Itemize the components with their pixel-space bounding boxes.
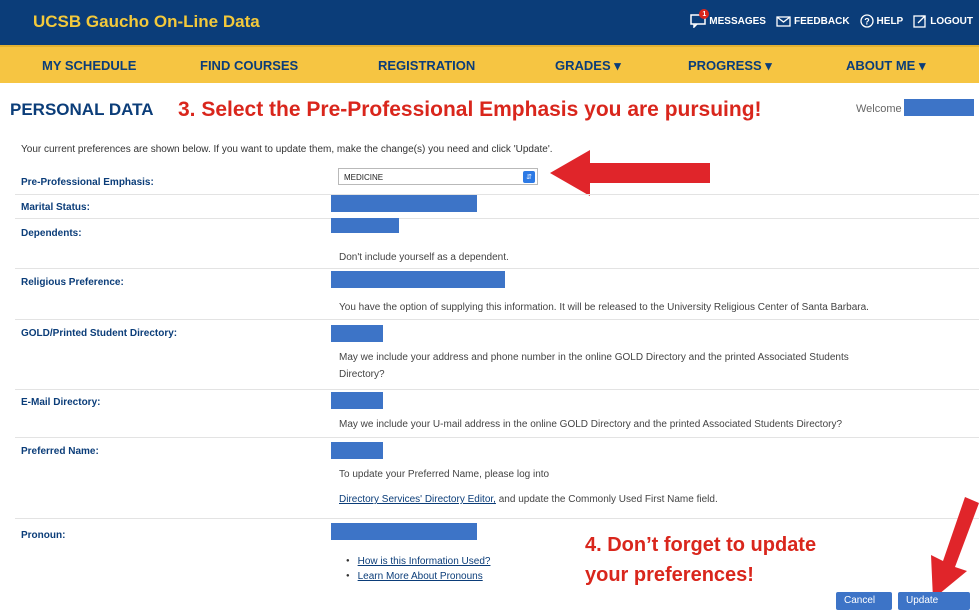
preferred-name-value-redacted[interactable] [331, 442, 383, 459]
messages-link[interactable]: 1 MESSAGES [690, 9, 766, 28]
help-link[interactable]: ? HELP [859, 14, 904, 28]
logout-link[interactable]: LOGOUT [913, 14, 973, 28]
marital-label: Marital Status: [21, 202, 90, 213]
red-arrow-left-icon [550, 150, 710, 196]
email-directory-label: E-Mail Directory: [21, 397, 101, 408]
main-nav: MY SCHEDULE FIND COURSES REGISTRATION GR… [0, 45, 979, 83]
help-label: HELP [876, 15, 904, 27]
intro-text: Your current preferences are shown below… [21, 144, 553, 155]
nav-about-me[interactable]: ABOUT ME ▾ [846, 58, 925, 74]
nav-find-courses[interactable]: FIND COURSES [200, 58, 298, 73]
feedback-label: FEEDBACK [793, 15, 850, 27]
annotation-step-4-line1: 4. Don’t forget to update [585, 534, 817, 556]
nav-progress[interactable]: PROGRESS ▾ [688, 58, 772, 74]
svg-text:?: ? [864, 17, 870, 27]
annotation-step-4-line2: your preferences! [585, 564, 754, 586]
email-directory-value-redacted[interactable] [331, 392, 383, 409]
emphasis-label: Pre-Professional Emphasis: [21, 177, 154, 188]
mail-icon [776, 15, 791, 27]
welcome-label: Welcome [856, 103, 902, 115]
religious-label: Religious Preference: [21, 277, 124, 288]
messages-label: MESSAGES [709, 15, 766, 27]
message-icon: 1 [690, 9, 710, 28]
row-divider [15, 319, 979, 320]
logout-label: LOGOUT [930, 15, 973, 27]
row-divider [15, 437, 979, 438]
list-item: How is this Information Used? [346, 554, 491, 569]
row-divider [15, 389, 979, 390]
annotation-step-4: 4. Don’t forget to update your preferenc… [585, 530, 816, 590]
welcome-name-redacted [904, 99, 974, 116]
update-button[interactable]: Update [898, 592, 970, 610]
cancel-button[interactable]: Cancel [836, 592, 892, 610]
religious-value-redacted[interactable] [331, 271, 505, 288]
preferred-name-label: Preferred Name: [21, 446, 99, 457]
religious-note: You have the option of supplying this in… [339, 302, 869, 313]
learn-pronouns-link[interactable]: Learn More About Pronouns [358, 571, 483, 582]
preferred-name-note-rest: and update the Commonly Used First Name … [495, 494, 718, 505]
help-icon: ? [859, 14, 874, 28]
app-title: UCSB Gaucho On-Line Data [33, 12, 260, 31]
row-divider [15, 194, 979, 195]
dependents-value-redacted[interactable] [331, 218, 399, 233]
directory-note-line2: Directory? [339, 369, 385, 380]
header-links: 1 MESSAGES FEEDBACK ? HELP LOGOUT [690, 9, 973, 28]
how-info-used-link[interactable]: How is this Information Used? [358, 556, 491, 567]
pronoun-value-redacted[interactable] [331, 523, 477, 540]
preferred-name-note-line2: Directory Services' Directory Editor, an… [339, 491, 718, 508]
directory-label: GOLD/Printed Student Directory: [21, 328, 178, 339]
dependents-label: Dependents: [21, 228, 82, 239]
annotation-step-3: 3. Select the Pre-Professional Emphasis … [178, 98, 762, 121]
chevron-updown-icon: ⇵ [523, 171, 535, 183]
nav-registration[interactable]: REGISTRATION [378, 58, 475, 73]
emphasis-selected-value: MEDICINE [344, 173, 384, 182]
directory-editor-link[interactable]: Directory Services' Directory Editor, [339, 494, 496, 505]
dependents-note: Don't include yourself as a dependent. [339, 252, 509, 263]
email-directory-note: May we include your U-mail address in th… [339, 419, 843, 430]
row-divider [15, 268, 979, 269]
emphasis-select[interactable]: MEDICINE ⇵ [338, 168, 538, 185]
directory-note-line1: May we include your address and phone nu… [339, 352, 849, 363]
pronoun-label: Pronoun: [21, 530, 66, 541]
page-title: PERSONAL DATA [10, 100, 154, 119]
marital-value-redacted[interactable] [331, 195, 477, 212]
preferred-name-note: To update your Preferred Name, please lo… [339, 469, 550, 480]
nav-my-schedule[interactable]: MY SCHEDULE [42, 58, 136, 73]
row-divider [15, 218, 979, 219]
messages-badge: 1 [699, 9, 710, 19]
row-divider [15, 518, 979, 519]
pronoun-links-list: How is this Information Used? Learn More… [346, 554, 491, 584]
feedback-link[interactable]: FEEDBACK [776, 16, 850, 27]
list-item: Learn More About Pronouns [346, 569, 490, 584]
nav-grades[interactable]: GRADES ▾ [555, 58, 621, 74]
red-arrow-down-icon [931, 497, 979, 599]
directory-value-redacted[interactable] [331, 325, 383, 342]
logout-icon [913, 15, 926, 28]
top-header-bar: UCSB Gaucho On-Line Data 1 MESSAGES FEED… [0, 0, 979, 45]
